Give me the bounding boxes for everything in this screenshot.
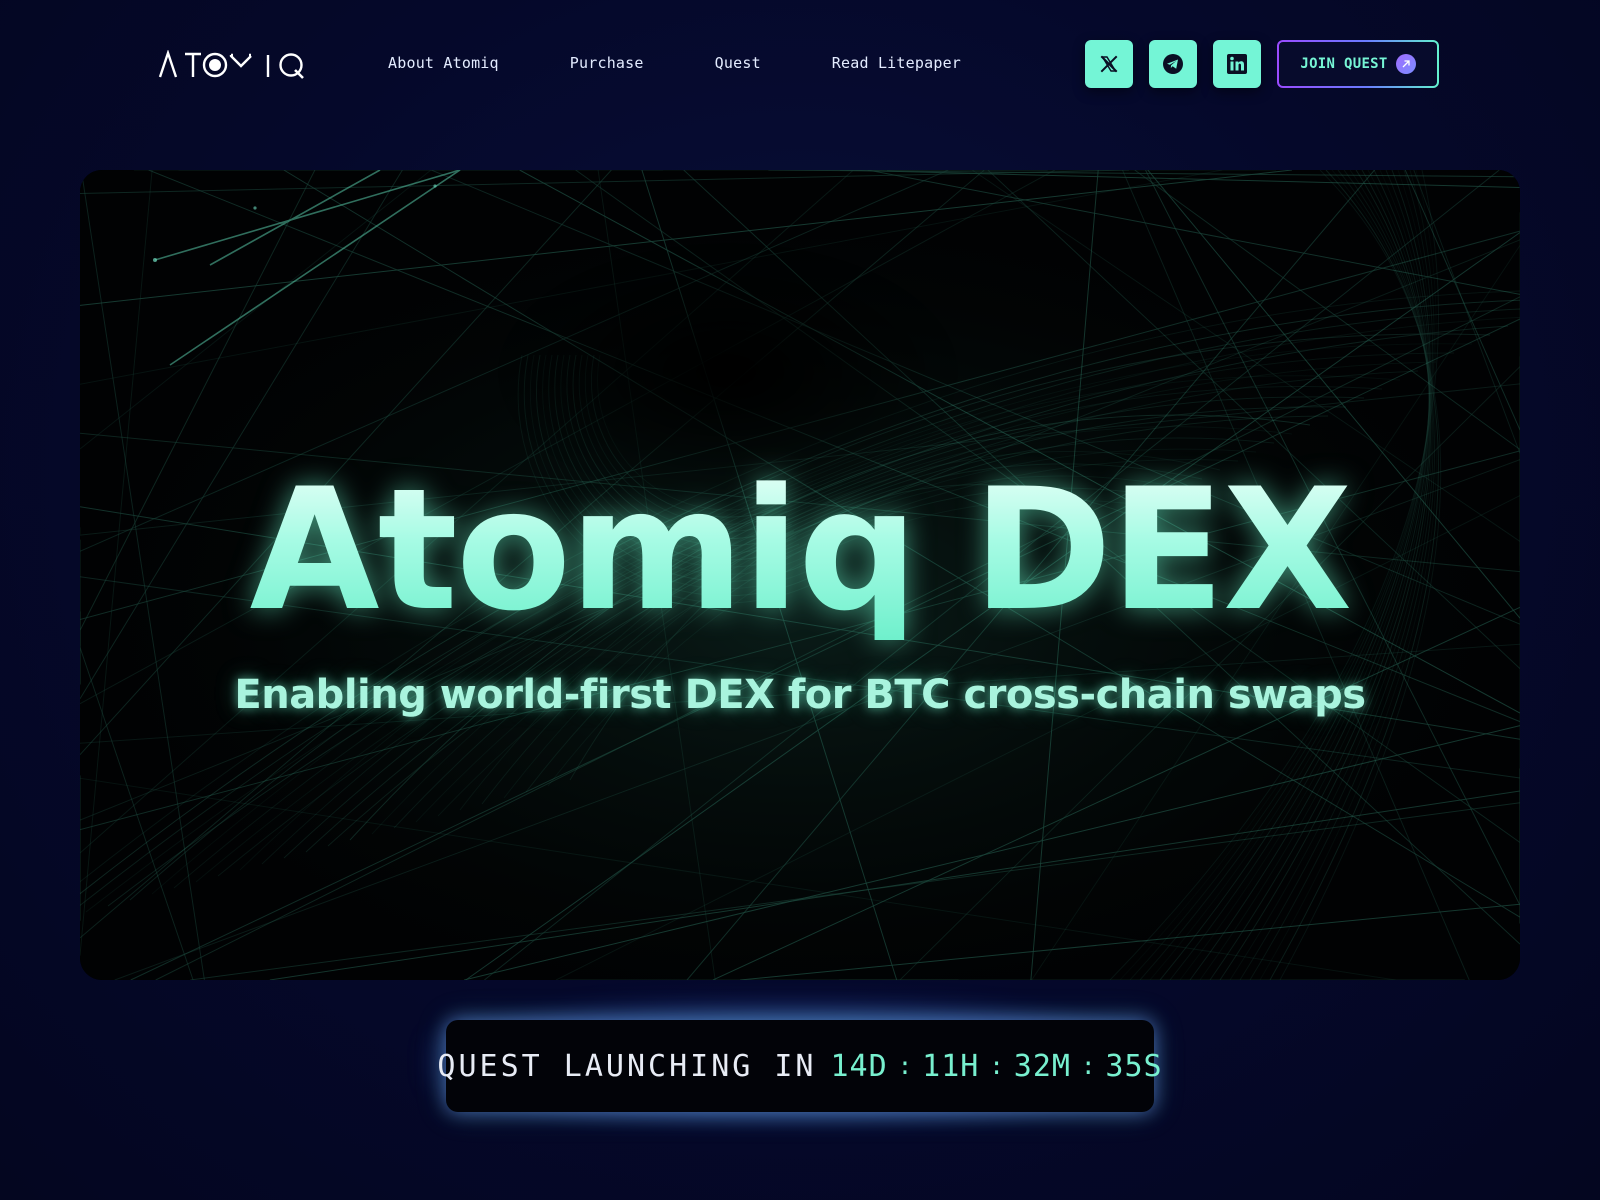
countdown-days: 14D <box>830 1048 888 1084</box>
quest-countdown: QUEST LAUNCHING IN 14D : 11H : 32M : 35S <box>437 1020 1162 1112</box>
nav-item-about-atomiq[interactable]: About Atomiq <box>388 54 499 72</box>
page: About Atomiq Purchase Quest Read Litepap… <box>0 0 1600 1200</box>
main-nav: About Atomiq Purchase Quest Read Litepap… <box>388 48 961 78</box>
nav-item-read-litepaper[interactable]: Read Litepaper <box>832 54 961 72</box>
site-header: About Atomiq Purchase Quest Read Litepap… <box>0 0 1600 130</box>
atomiq-logo[interactable] <box>158 48 318 82</box>
x-social-button[interactable] <box>1085 40 1133 88</box>
countdown-label: QUEST LAUNCHING IN <box>437 1048 817 1084</box>
countdown-hours: 11H <box>922 1048 980 1084</box>
countdown-minutes: 32M <box>1013 1048 1071 1084</box>
arrow-up-right-icon <box>1395 54 1416 74</box>
countdown-seconds: 35S <box>1105 1048 1163 1084</box>
hero-subtitle: Enabling world-first DEX for BTC cross-c… <box>234 672 1366 718</box>
nav-item-quest[interactable]: Quest <box>715 54 761 72</box>
nav-item-purchase[interactable]: Purchase <box>570 54 644 72</box>
x-icon <box>1100 55 1118 73</box>
hero-title: Atomiq DEX <box>80 460 1520 640</box>
countdown-separator: : <box>897 1052 913 1080</box>
countdown-separator: : <box>989 1052 1004 1080</box>
telegram-social-button[interactable] <box>1149 40 1197 88</box>
join-quest-button[interactable]: JOIN QUEST <box>1277 40 1439 88</box>
hero-banner: Atomiq DEX Enabling world-first DEX for … <box>80 170 1520 980</box>
atomiq-logo-mark <box>158 50 304 79</box>
join-quest-label: JOIN QUEST <box>1300 56 1388 72</box>
linkedin-social-button[interactable] <box>1213 40 1261 88</box>
countdown-separator: : <box>1080 1052 1096 1080</box>
linkedin-icon <box>1227 54 1247 74</box>
telegram-icon <box>1163 54 1183 74</box>
